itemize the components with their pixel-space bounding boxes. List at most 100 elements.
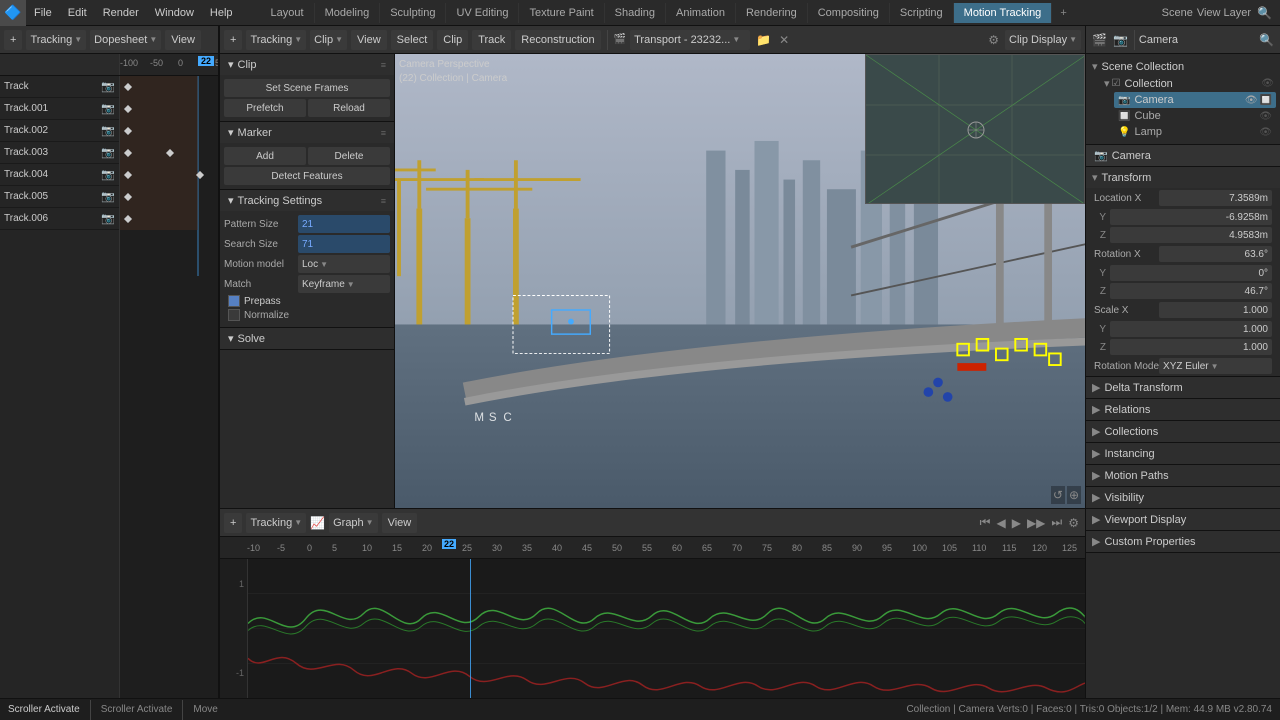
prepass-checkbox[interactable] [228,295,240,307]
ws-sculpting[interactable]: Sculpting [380,3,446,23]
set-scene-frames-btn[interactable]: Set Scene Frames [224,79,390,97]
clip-options[interactable]: ≡ [381,60,386,70]
ws-compositing[interactable]: Compositing [808,3,890,23]
menu-help[interactable]: Help [202,3,241,23]
custom-properties-header[interactable]: ▶ Custom Properties [1086,531,1280,552]
main-viewport[interactable]: M S C Camera Perspective (22) Collection… [395,54,1085,508]
add-marker-btn[interactable]: Add [224,147,306,165]
marker-options[interactable]: ≡ [381,128,386,138]
ws-scripting[interactable]: Scripting [890,3,954,23]
menu-edit[interactable]: Edit [60,3,95,23]
normalize-checkbox[interactable] [228,309,240,321]
collections-header[interactable]: ▶ Collections [1086,421,1280,442]
clip-dropdown[interactable]: Clip ▼ [310,30,347,50]
close-clip-btn[interactable]: ✕ [777,31,791,49]
graph-mode-dropdown[interactable]: Tracking ▼ [246,513,306,533]
clip-section-header[interactable]: ▾ Clip ≡ [220,54,394,75]
graph-first-btn[interactable]: ⏮ [978,513,993,532]
location-y-value[interactable]: -6.9258m [1110,209,1272,225]
graph-play-btn[interactable]: ▶ [1010,514,1023,532]
eye-icon[interactable]: 👁 [1261,78,1274,89]
folder-btn[interactable]: 📁 [754,31,773,49]
graph-last-btn[interactable]: ⏭ [1049,513,1064,532]
track-row-4[interactable]: Track.004 📷 [0,164,119,186]
track-row-5[interactable]: Track.005 📷 [0,186,119,208]
zoom-fit-btn[interactable]: ⊕ [1067,486,1081,504]
location-z-value[interactable]: 4.9583m [1110,227,1272,243]
ws-texture[interactable]: Texture Paint [519,3,604,23]
clip-menu-btn[interactable]: Clip [437,30,468,50]
mode-dropdown[interactable]: Tracking ▼ [26,30,86,50]
tracking-settings-header[interactable]: ▾ Tracking Settings ≡ [220,190,394,211]
status-right-text[interactable]: Move [193,704,217,715]
delta-transform-header[interactable]: ▶ Delta Transform [1086,377,1280,398]
track-row-3[interactable]: Track.003 📷 [0,142,119,164]
scene-selector[interactable]: Scene [1162,7,1193,19]
scale-z-value[interactable]: 1.000 [1110,339,1272,355]
add-workspace-button[interactable]: + [1052,3,1074,23]
visibility-header[interactable]: ▶ Visibility [1086,487,1280,508]
menu-render[interactable]: Render [95,3,147,23]
motion-model-dropdown[interactable]: Loc ▼ [298,255,390,273]
clip-settings-btn[interactable]: ⚙ [986,31,1001,49]
ws-motion-tracking[interactable]: Motion Tracking [954,3,1053,23]
motion-paths-header[interactable]: ▶ Motion Paths [1086,465,1280,486]
rotation-mode-dropdown[interactable]: XYZ Euler ▼ [1159,358,1272,374]
tracking-options[interactable]: ≡ [381,196,386,206]
dopesheet-dropdown[interactable]: Dopesheet ▼ [90,30,161,50]
track-row-6[interactable]: Track.006 📷 [0,208,119,230]
track-row-1[interactable]: Track.001 📷 [0,98,119,120]
clip-reconstruction-btn[interactable]: Reconstruction [515,30,600,50]
status-left-text[interactable]: Scroller Activate [8,704,80,715]
add-button[interactable]: + [4,30,22,50]
view-layer-selector[interactable]: View Layer [1197,7,1251,19]
status-mid-text[interactable]: Scroller Activate [101,704,173,715]
match-dropdown[interactable]: Keyframe ▼ [298,275,390,293]
scene-icon-btn[interactable]: 🎬 [1090,31,1109,49]
track-keyframes[interactable] [120,76,218,698]
ws-uv[interactable]: UV Editing [446,3,519,23]
scale-y-value[interactable]: 1.000 [1110,321,1272,337]
render-icon-btn[interactable]: 📷 [1111,31,1130,49]
transport-dropdown[interactable]: Transport - 23232... ▼ [630,30,750,50]
pattern-size-value[interactable]: 21 [298,215,390,233]
lamp-item[interactable]: 💡 Lamp 👁 [1114,124,1276,140]
camera-render-icon[interactable]: 🔲 [1260,95,1272,106]
rotation-y-value[interactable]: 0° [1110,265,1272,281]
relations-header[interactable]: ▶ Relations [1086,399,1280,420]
clip-mode-dropdown[interactable]: Tracking ▼ [246,30,306,50]
transform-header[interactable]: ▾ Transform [1086,167,1280,188]
search-size-value[interactable]: 71 [298,235,390,253]
cube-item[interactable]: 🔲 Cube 👁 [1114,108,1276,124]
graph-next-btn[interactable]: ▶▶ [1025,514,1047,532]
ws-shading[interactable]: Shading [605,3,666,23]
view-btn[interactable]: View [165,30,201,50]
delete-marker-btn[interactable]: Delete [308,147,390,165]
right-search-btn[interactable]: 🔍 [1257,31,1276,49]
menu-window[interactable]: Window [147,3,202,23]
track-row-0[interactable]: Track 📷 [0,76,119,98]
marker-section-header[interactable]: ▾ Marker ≡ [220,122,394,143]
solve-header[interactable]: ▾ Solve [220,328,394,349]
ws-layout[interactable]: Layout [261,3,315,23]
clip-view-btn[interactable]: View [351,30,387,50]
collection-item[interactable]: ▾ ☑ Collection 👁 [1102,75,1276,92]
camera-vis-icon[interactable]: 👁 [1245,95,1258,106]
menu-file[interactable]: File [26,3,60,23]
zoom-reset-btn[interactable]: ↺ [1051,486,1065,504]
graph-settings-btn[interactable]: ⚙ [1066,514,1081,532]
location-x-value[interactable]: 7.3589m [1159,190,1272,206]
rotation-x-value[interactable]: 63.6° [1159,246,1272,262]
clip-track-btn[interactable]: Track [472,30,511,50]
rotation-z-value[interactable]: 46.7° [1110,283,1272,299]
clip-toolbar-add[interactable]: + [224,30,242,50]
ws-modeling[interactable]: Modeling [315,3,381,23]
scale-x-value[interactable]: 1.000 [1159,302,1272,318]
graph-view-btn[interactable]: View [382,513,418,533]
reload-btn[interactable]: Reload [308,99,390,117]
clip-select-btn[interactable]: Select [391,30,434,50]
viewport-display-header[interactable]: ▶ Viewport Display [1086,509,1280,530]
prefetch-btn[interactable]: Prefetch [224,99,306,117]
graph-dropdown[interactable]: Graph ▼ [329,513,378,533]
graph-area[interactable]: 1 -1 [220,559,1085,698]
